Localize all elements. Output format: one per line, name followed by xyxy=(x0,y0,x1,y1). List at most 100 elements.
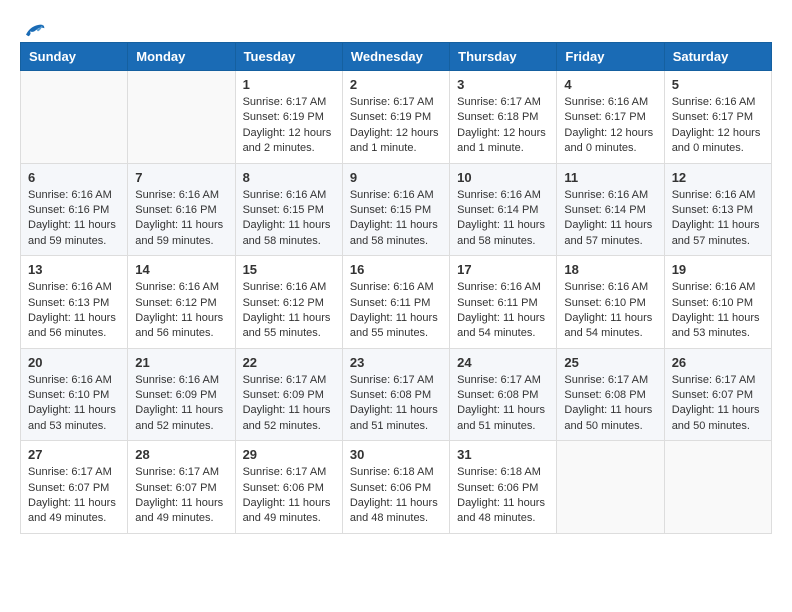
calendar-cell: 31 Sunrise: 6:18 AM Sunset: 6:06 PM Dayli… xyxy=(450,441,557,534)
day-number: 27 xyxy=(28,447,120,462)
calendar-cell: 14 Sunrise: 6:16 AM Sunset: 6:12 PM Dayli… xyxy=(128,256,235,349)
calendar-cell: 10Sunrise: 6:16 AM Sunset: 6:14 PM Dayli… xyxy=(450,163,557,256)
day-number: 5 xyxy=(672,77,764,92)
calendar-cell: 12Sunrise: 6:16 AM Sunset: 6:13 PM Dayli… xyxy=(664,163,771,256)
day-detail: Sunrise: 6:16 AM Sunset: 6:10 PM Dayligh… xyxy=(564,280,656,342)
calendar-week-row: 20 Sunrise: 6:16 AM Sunset: 6:10 PM Dayli… xyxy=(21,348,772,441)
weekday-header-tuesday: Tuesday xyxy=(235,43,342,71)
calendar-cell: 8 Sunrise: 6:16 AM Sunset: 6:15 PM Daylig… xyxy=(235,163,342,256)
logo-bird-icon xyxy=(22,20,46,38)
day-number: 29 xyxy=(243,447,335,462)
calendar-cell: 18 Sunrise: 6:16 AM Sunset: 6:10 PM Dayli… xyxy=(557,256,664,349)
day-number: 10 xyxy=(457,170,549,185)
weekday-header-friday: Friday xyxy=(557,43,664,71)
day-number: 19 xyxy=(672,262,764,277)
calendar-cell: 29 Sunrise: 6:17 AM Sunset: 6:06 PM Dayli… xyxy=(235,441,342,534)
calendar-cell: 20 Sunrise: 6:16 AM Sunset: 6:10 PM Dayli… xyxy=(21,348,128,441)
day-detail: Sunrise: 6:16 AM Sunset: 6:11 PM Dayligh… xyxy=(457,280,549,342)
day-number: 22 xyxy=(243,355,335,370)
weekday-header-wednesday: Wednesday xyxy=(342,43,449,71)
day-detail: Sunrise: 6:17 AM Sunset: 6:19 PM Dayligh… xyxy=(350,95,442,157)
day-number: 16 xyxy=(350,262,442,277)
day-number: 17 xyxy=(457,262,549,277)
calendar-cell: 23 Sunrise: 6:17 AM Sunset: 6:08 PM Dayli… xyxy=(342,348,449,441)
day-detail: Sunrise: 6:17 AM Sunset: 6:07 PM Dayligh… xyxy=(135,465,227,527)
calendar-week-row: 13 Sunrise: 6:16 AM Sunset: 6:13 PM Dayli… xyxy=(21,256,772,349)
day-detail: Sunrise: 6:16 AM Sunset: 6:16 PM Dayligh… xyxy=(28,188,120,250)
day-number: 20 xyxy=(28,355,120,370)
day-number: 23 xyxy=(350,355,442,370)
day-detail: Sunrise: 6:16 AM Sunset: 6:13 PM Dayligh… xyxy=(28,280,120,342)
day-number: 9 xyxy=(350,170,442,185)
day-number: 24 xyxy=(457,355,549,370)
day-number: 31 xyxy=(457,447,549,462)
calendar-cell: 9 Sunrise: 6:16 AM Sunset: 6:15 PM Daylig… xyxy=(342,163,449,256)
day-number: 7 xyxy=(135,170,227,185)
weekday-header-saturday: Saturday xyxy=(664,43,771,71)
day-number: 18 xyxy=(564,262,656,277)
day-detail: Sunrise: 6:16 AM Sunset: 6:16 PM Dayligh… xyxy=(135,188,227,250)
day-number: 13 xyxy=(28,262,120,277)
day-detail: Sunrise: 6:16 AM Sunset: 6:17 PM Dayligh… xyxy=(564,95,656,157)
calendar-cell: 5 Sunrise: 6:16 AM Sunset: 6:17 PM Daylig… xyxy=(664,71,771,164)
day-number: 8 xyxy=(243,170,335,185)
page-header xyxy=(20,20,772,32)
calendar-week-row: 6 Sunrise: 6:16 AM Sunset: 6:16 PM Daylig… xyxy=(21,163,772,256)
day-detail: Sunrise: 6:17 AM Sunset: 6:08 PM Dayligh… xyxy=(457,373,549,435)
calendar-week-row: 1 Sunrise: 6:17 AM Sunset: 6:19 PM Daylig… xyxy=(21,71,772,164)
day-number: 2 xyxy=(350,77,442,92)
calendar-week-row: 27 Sunrise: 6:17 AM Sunset: 6:07 PM Dayli… xyxy=(21,441,772,534)
day-detail: Sunrise: 6:18 AM Sunset: 6:06 PM Dayligh… xyxy=(350,465,442,527)
calendar-cell xyxy=(664,441,771,534)
day-detail: Sunrise: 6:16 AM Sunset: 6:17 PM Dayligh… xyxy=(672,95,764,157)
day-detail: Sunrise: 6:17 AM Sunset: 6:07 PM Dayligh… xyxy=(672,373,764,435)
day-number: 14 xyxy=(135,262,227,277)
calendar-cell xyxy=(557,441,664,534)
day-detail: Sunrise: 6:16 AM Sunset: 6:11 PM Dayligh… xyxy=(350,280,442,342)
day-detail: Sunrise: 6:16 AM Sunset: 6:15 PM Dayligh… xyxy=(350,188,442,250)
day-number: 15 xyxy=(243,262,335,277)
day-detail: Sunrise: 6:16 AM Sunset: 6:15 PM Dayligh… xyxy=(243,188,335,250)
calendar-cell: 19Sunrise: 6:16 AM Sunset: 6:10 PM Dayli… xyxy=(664,256,771,349)
day-number: 1 xyxy=(243,77,335,92)
calendar-cell: 26Sunrise: 6:17 AM Sunset: 6:07 PM Dayli… xyxy=(664,348,771,441)
calendar-cell: 24 Sunrise: 6:17 AM Sunset: 6:08 PM Dayli… xyxy=(450,348,557,441)
calendar-cell: 15 Sunrise: 6:16 AM Sunset: 6:12 PM Dayli… xyxy=(235,256,342,349)
calendar-cell xyxy=(21,71,128,164)
day-number: 28 xyxy=(135,447,227,462)
calendar-cell: 11Sunrise: 6:16 AM Sunset: 6:14 PM Dayli… xyxy=(557,163,664,256)
weekday-header-thursday: Thursday xyxy=(450,43,557,71)
day-detail: Sunrise: 6:17 AM Sunset: 6:09 PM Dayligh… xyxy=(243,373,335,435)
day-detail: Sunrise: 6:17 AM Sunset: 6:18 PM Dayligh… xyxy=(457,95,549,157)
calendar-cell: 30 Sunrise: 6:18 AM Sunset: 6:06 PM Dayli… xyxy=(342,441,449,534)
calendar-cell: 4 Sunrise: 6:16 AM Sunset: 6:17 PM Daylig… xyxy=(557,71,664,164)
weekday-header-monday: Monday xyxy=(128,43,235,71)
calendar-cell: 27Sunrise: 6:17 AM Sunset: 6:07 PM Dayli… xyxy=(21,441,128,534)
calendar-cell: 3 Sunrise: 6:17 AM Sunset: 6:18 PM Daylig… xyxy=(450,71,557,164)
calendar-cell: 1Sunrise: 6:17 AM Sunset: 6:19 PM Daylig… xyxy=(235,71,342,164)
day-number: 3 xyxy=(457,77,549,92)
calendar-cell: 21Sunrise: 6:16 AM Sunset: 6:09 PM Dayli… xyxy=(128,348,235,441)
day-detail: Sunrise: 6:16 AM Sunset: 6:10 PM Dayligh… xyxy=(28,373,120,435)
calendar-cell: 2 Sunrise: 6:17 AM Sunset: 6:19 PM Daylig… xyxy=(342,71,449,164)
day-detail: Sunrise: 6:16 AM Sunset: 6:12 PM Dayligh… xyxy=(135,280,227,342)
calendar-cell: 17 Sunrise: 6:16 AM Sunset: 6:11 PM Dayli… xyxy=(450,256,557,349)
day-number: 30 xyxy=(350,447,442,462)
day-detail: Sunrise: 6:18 AM Sunset: 6:06 PM Dayligh… xyxy=(457,465,549,527)
calendar-cell: 13 Sunrise: 6:16 AM Sunset: 6:13 PM Dayli… xyxy=(21,256,128,349)
day-number: 21 xyxy=(135,355,227,370)
calendar-cell: 7 Sunrise: 6:16 AM Sunset: 6:16 PM Daylig… xyxy=(128,163,235,256)
calendar-cell: 16 Sunrise: 6:16 AM Sunset: 6:11 PM Dayli… xyxy=(342,256,449,349)
day-detail: Sunrise: 6:16 AM Sunset: 6:13 PM Dayligh… xyxy=(672,188,764,250)
day-detail: Sunrise: 6:16 AM Sunset: 6:12 PM Dayligh… xyxy=(243,280,335,342)
calendar-table: SundayMondayTuesdayWednesdayThursdayFrid… xyxy=(20,42,772,534)
day-number: 11 xyxy=(564,170,656,185)
day-number: 4 xyxy=(564,77,656,92)
calendar-cell: 25Sunrise: 6:17 AM Sunset: 6:08 PM Dayli… xyxy=(557,348,664,441)
day-number: 6 xyxy=(28,170,120,185)
day-detail: Sunrise: 6:17 AM Sunset: 6:06 PM Dayligh… xyxy=(243,465,335,527)
weekday-header-sunday: Sunday xyxy=(21,43,128,71)
calendar-cell xyxy=(128,71,235,164)
day-detail: Sunrise: 6:17 AM Sunset: 6:08 PM Dayligh… xyxy=(350,373,442,435)
calendar-header-row: SundayMondayTuesdayWednesdayThursdayFrid… xyxy=(21,43,772,71)
